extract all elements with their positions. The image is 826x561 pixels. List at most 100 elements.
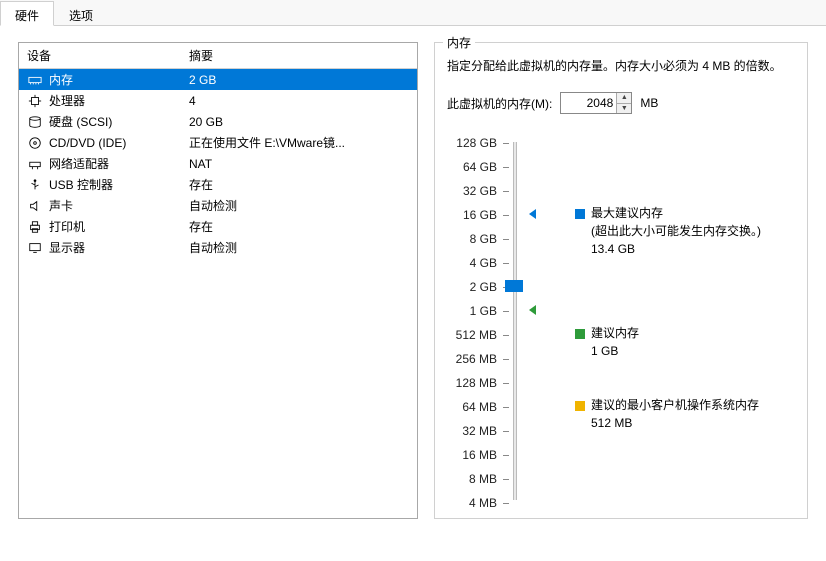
min-marker-square-icon (575, 401, 585, 411)
scale-label: 1 GB (451, 304, 503, 318)
display-icon (27, 240, 43, 256)
scale-tick: 128 GB (451, 136, 509, 150)
tab-hardware[interactable]: 硬件 (0, 1, 54, 26)
sound-icon (27, 198, 43, 214)
memory-group-title: 内存 (443, 34, 475, 51)
scale-label: 2 GB (451, 280, 503, 294)
scale-tick: 4 GB (451, 256, 509, 270)
scale-tick: 16 MB (451, 448, 509, 462)
memory-input-label: 此虚拟机的内存(M): (447, 95, 552, 112)
max-legend: 最大建议内存 (超出此大小可能发生内存交换。) 13.4 GB (591, 204, 761, 258)
device-name: 显示器 (49, 239, 85, 256)
device-summary: 正在使用文件 E:\VMware镜... (187, 134, 417, 151)
device-row[interactable]: USB 控制器 存在 (19, 174, 417, 195)
rec-legend-title: 建议内存 (591, 324, 639, 342)
max-legend-note: (超出此大小可能发生内存交换。) (591, 222, 761, 240)
memory-spin-down[interactable]: ▼ (616, 104, 631, 114)
device-summary: 自动检测 (187, 239, 417, 256)
memory-group: 内存 指定分配给此虚拟机的内存量。内存大小必须为 4 MB 的倍数。 此虚拟机的… (434, 42, 808, 519)
device-summary: 2 GB (187, 73, 417, 87)
device-name: 处理器 (49, 92, 85, 109)
scale-tick: 64 GB (451, 160, 509, 174)
scale-tick: 8 MB (451, 472, 509, 486)
scale-label: 512 MB (451, 328, 503, 342)
scale-tick: 2 GB (451, 280, 509, 294)
header-device: 设备 (19, 47, 187, 64)
scale-label: 16 MB (451, 448, 503, 462)
scale-tick: 128 MB (451, 376, 509, 390)
scale-tick: 64 MB (451, 400, 509, 414)
max-legend-title: 最大建议内存 (591, 204, 761, 222)
min-legend-value: 512 MB (591, 414, 759, 432)
device-row[interactable]: 声卡 自动检测 (19, 195, 417, 216)
device-list: 设备 摘要 内存 2 GB 处理器 4 硬盘 (SCSI) 20 GB CD/DVD (ID… (18, 42, 418, 519)
network-icon (27, 156, 43, 172)
tab-options[interactable]: 选项 (54, 1, 108, 26)
memory-scale: 128 GB 64 GB 32 GB 16 GB 8 GB 4 GB 2 GB 1 GB 512… (451, 136, 795, 506)
device-summary: 4 (187, 94, 417, 108)
device-summary: 20 GB (187, 115, 417, 129)
rec-marker-icon (529, 305, 536, 315)
scale-tick: 512 MB (451, 328, 509, 342)
memory-description: 指定分配给此虚拟机的内存量。内存大小必须为 4 MB 的倍数。 (447, 57, 795, 76)
max-marker-square-icon (575, 209, 585, 219)
max-legend-value: 13.4 GB (591, 240, 761, 258)
scale-tick: 32 MB (451, 424, 509, 438)
device-summary: 存在 (187, 218, 417, 235)
device-row[interactable]: 打印机 存在 (19, 216, 417, 237)
scale-label: 64 MB (451, 400, 503, 414)
scale-label: 256 MB (451, 352, 503, 366)
scale-label: 4 GB (451, 256, 503, 270)
scale-label: 8 GB (451, 232, 503, 246)
memory-slider-thumb[interactable] (505, 280, 523, 292)
memory-unit: MB (640, 96, 658, 110)
scale-tick: 256 MB (451, 352, 509, 366)
device-name: USB 控制器 (49, 176, 113, 193)
tab-bar: 硬件 选项 (0, 0, 826, 26)
rec-marker-square-icon (575, 329, 585, 339)
device-name: 声卡 (49, 197, 73, 214)
cd-icon (27, 135, 43, 151)
min-legend-title: 建议的最小客户机操作系统内存 (591, 396, 759, 414)
scale-label: 16 GB (451, 208, 503, 222)
printer-icon (27, 219, 43, 235)
device-summary: 自动检测 (187, 197, 417, 214)
device-name: 打印机 (49, 218, 85, 235)
scale-tick: 8 GB (451, 232, 509, 246)
rec-legend: 建议内存 1 GB (591, 324, 639, 360)
usb-icon (27, 177, 43, 193)
disk-icon (27, 114, 43, 130)
device-summary: 存在 (187, 176, 417, 193)
device-row[interactable]: 网络适配器 NAT (19, 153, 417, 174)
device-name: 硬盘 (SCSI) (49, 113, 112, 130)
scale-label: 32 GB (451, 184, 503, 198)
device-name: CD/DVD (IDE) (49, 136, 126, 150)
scale-tick: 16 GB (451, 208, 509, 222)
cpu-icon (27, 93, 43, 109)
memory-spin-up[interactable]: ▲ (616, 93, 631, 104)
device-row[interactable]: 显示器 自动检测 (19, 237, 417, 258)
device-row[interactable]: CD/DVD (IDE) 正在使用文件 E:\VMware镜... (19, 132, 417, 153)
device-list-header: 设备 摘要 (19, 43, 417, 69)
scale-label: 4 MB (451, 496, 503, 510)
device-summary: NAT (187, 157, 417, 171)
scale-label: 128 GB (451, 136, 503, 150)
scale-label: 64 GB (451, 160, 503, 174)
rec-legend-value: 1 GB (591, 342, 639, 360)
max-marker-icon (529, 209, 536, 219)
scale-label: 8 MB (451, 472, 503, 486)
memory-icon (27, 72, 43, 88)
header-summary: 摘要 (187, 47, 417, 64)
min-legend: 建议的最小客户机操作系统内存 512 MB (591, 396, 759, 432)
scale-tick: 32 GB (451, 184, 509, 198)
scale-label: 128 MB (451, 376, 503, 390)
device-name: 内存 (49, 71, 73, 88)
device-name: 网络适配器 (49, 155, 109, 172)
memory-scale-track[interactable] (513, 142, 517, 500)
device-row[interactable]: 硬盘 (SCSI) 20 GB (19, 111, 417, 132)
scale-tick: 1 GB (451, 304, 509, 318)
scale-tick: 4 MB (451, 496, 509, 510)
device-row[interactable]: 处理器 4 (19, 90, 417, 111)
device-row[interactable]: 内存 2 GB (19, 69, 417, 90)
scale-label: 32 MB (451, 424, 503, 438)
